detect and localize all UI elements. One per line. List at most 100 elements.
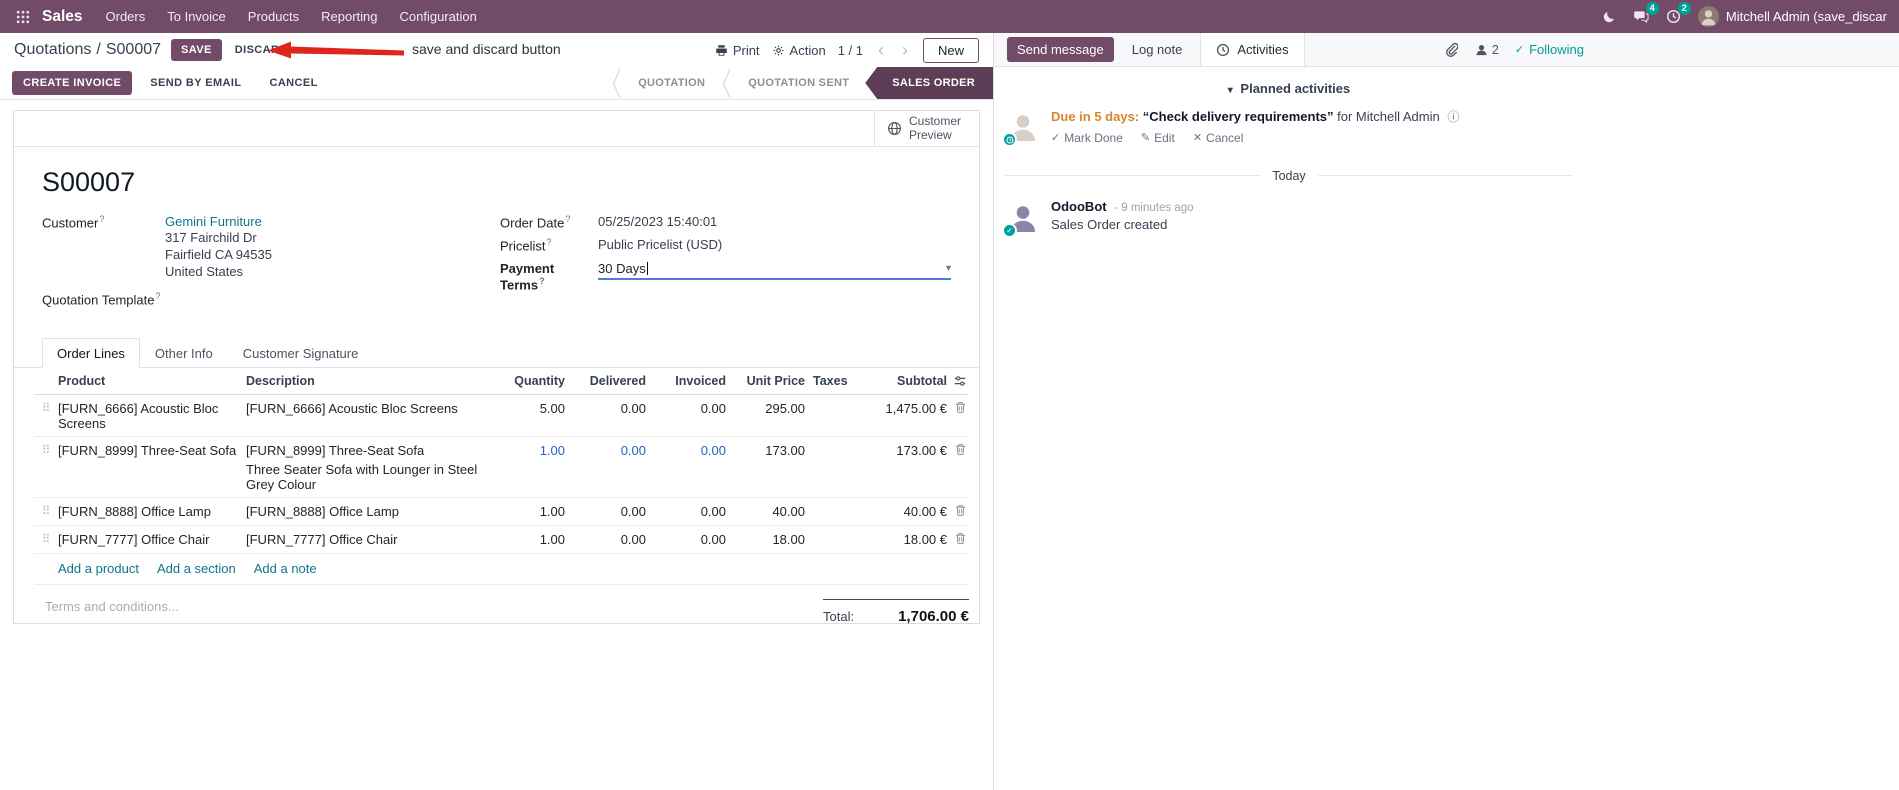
cell-description[interactable]: [FURN_8999] Three-Seat Sofa Three Seater… xyxy=(246,443,505,492)
tab-other-info[interactable]: Other Info xyxy=(140,338,228,368)
drag-handle-icon[interactable]: ⠿ xyxy=(34,532,58,548)
drag-handle-icon[interactable]: ⠿ xyxy=(34,443,58,459)
mark-done-button[interactable]: ✓ Mark Done xyxy=(1051,131,1123,145)
pricelist-field[interactable]: Public Pricelist (USD) xyxy=(598,237,722,252)
total-label: Total: xyxy=(823,608,855,624)
cell-quantity[interactable]: 1.00 xyxy=(505,443,565,458)
cell-description[interactable]: [FURN_7777] Office Chair xyxy=(246,532,505,547)
send-by-email-button[interactable]: SEND BY EMAIL xyxy=(140,71,251,95)
cell-subtotal: 173.00 € xyxy=(896,443,947,459)
delete-row-icon[interactable] xyxy=(947,443,969,456)
payment-terms-input[interactable]: 30 Days ▾ xyxy=(598,261,951,280)
cell-invoiced[interactable]: 0.00 xyxy=(646,401,726,416)
drag-handle-icon[interactable]: ⠿ xyxy=(34,401,58,417)
customer-name-link[interactable]: Gemini Furniture xyxy=(165,214,262,229)
breadcrumb-quotations[interactable]: Quotations xyxy=(14,41,91,59)
menu-reporting[interactable]: Reporting xyxy=(310,0,388,33)
cell-delivered[interactable]: 0.00 xyxy=(565,401,646,416)
activities-tab[interactable]: Activities xyxy=(1200,33,1305,66)
action-button[interactable]: Action xyxy=(772,43,826,58)
planned-activities-header[interactable]: ▾ Planned activities xyxy=(1005,81,1573,96)
cancel-activity-button[interactable]: ✕ Cancel xyxy=(1193,131,1244,145)
state-sales-order[interactable]: SALES ORDER xyxy=(865,67,993,99)
pager-previous-icon[interactable]: ‹ xyxy=(875,41,887,59)
pager-next-icon[interactable]: › xyxy=(899,41,911,59)
header-quantity[interactable]: Quantity xyxy=(505,374,565,388)
create-invoice-button[interactable]: CREATE INVOICE xyxy=(12,71,133,95)
cell-delivered[interactable]: 0.00 xyxy=(565,443,646,458)
cell-product[interactable]: [FURN_8888] Office Lamp xyxy=(58,504,246,519)
add-a-note-link[interactable]: Add a note xyxy=(254,561,317,576)
cell-unit-price[interactable]: 18.00 xyxy=(726,532,805,547)
cell-delivered[interactable]: 0.00 xyxy=(565,504,646,519)
menu-orders[interactable]: Orders xyxy=(95,0,157,33)
delete-row-icon[interactable] xyxy=(947,532,969,545)
cell-quantity[interactable]: 5.00 xyxy=(505,401,565,416)
cell-invoiced[interactable]: 0.00 xyxy=(646,504,726,519)
drag-handle-icon[interactable]: ⠿ xyxy=(34,504,58,520)
table-row: ⠿ [FURN_6666] Acoustic Bloc Screens [FUR… xyxy=(34,395,969,438)
header-unit-price[interactable]: Unit Price xyxy=(726,374,805,388)
add-a-product-link[interactable]: Add a product xyxy=(58,561,139,576)
menu-products[interactable]: Products xyxy=(237,0,310,33)
cell-unit-price[interactable]: 40.00 xyxy=(726,504,805,519)
print-button[interactable]: Print xyxy=(715,43,760,58)
following-button[interactable]: ✓ Following xyxy=(1515,42,1584,57)
menu-to-invoice[interactable]: To Invoice xyxy=(156,0,237,33)
cell-product[interactable]: [FURN_6666] Acoustic Bloc Screens xyxy=(58,401,246,431)
quotation-template-label: Quotation Template? xyxy=(42,291,161,308)
customer-preview-button[interactable]: Customer Preview xyxy=(874,111,979,146)
info-icon[interactable]: ⓘ xyxy=(1447,110,1459,124)
cell-product[interactable]: [FURN_8999] Three-Seat Sofa xyxy=(58,443,246,458)
cell-quantity[interactable]: 1.00 xyxy=(505,532,565,547)
state-quotation[interactable]: QUOTATION xyxy=(622,67,721,99)
edit-activity-button[interactable]: ✎ Edit xyxy=(1141,131,1175,145)
cell-description[interactable]: [FURN_8888] Office Lamp xyxy=(246,504,505,519)
status-pipeline: QUOTATION QUOTATION SENT SALES ORDER xyxy=(611,67,993,99)
header-taxes[interactable]: Taxes xyxy=(805,374,875,388)
cell-description[interactable]: [FURN_6666] Acoustic Bloc Screens xyxy=(246,401,505,416)
cell-delivered[interactable]: 0.00 xyxy=(565,532,646,547)
cell-invoiced[interactable]: 0.00 xyxy=(646,443,726,458)
app-name[interactable]: Sales xyxy=(42,8,83,26)
cell-product[interactable]: [FURN_7777] Office Chair xyxy=(58,532,246,547)
attach-files-icon[interactable] xyxy=(1443,42,1458,57)
terms-and-conditions-placeholder[interactable]: Terms and conditions... xyxy=(45,599,179,625)
breadcrumb-separator: / xyxy=(96,41,101,58)
cell-quantity[interactable]: 1.00 xyxy=(505,504,565,519)
discard-button[interactable]: DISCARD xyxy=(226,39,297,61)
send-message-button[interactable]: Send message xyxy=(1007,37,1114,62)
tab-customer-signature[interactable]: Customer Signature xyxy=(228,338,374,368)
cancel-label: Cancel xyxy=(1206,130,1244,145)
messages-icon[interactable]: 4 xyxy=(1633,2,1659,24)
moon-icon[interactable] xyxy=(1602,10,1616,24)
payment-terms-label: Payment Terms? xyxy=(500,260,555,292)
activities-clock-icon[interactable]: 2 xyxy=(1666,2,1691,24)
menu-configuration[interactable]: Configuration xyxy=(388,0,487,33)
header-description[interactable]: Description xyxy=(246,374,505,388)
state-quotation-sent[interactable]: QUOTATION SENT xyxy=(732,67,865,99)
save-button[interactable]: SAVE xyxy=(171,39,222,61)
header-subtotal[interactable]: Subtotal xyxy=(875,374,947,388)
cancel-button[interactable]: CANCEL xyxy=(259,71,327,95)
tab-order-lines[interactable]: Order Lines xyxy=(42,338,140,369)
log-note-button[interactable]: Log note xyxy=(1122,37,1193,62)
cell-unit-price[interactable]: 173.00 xyxy=(726,443,805,458)
order-date-field[interactable]: 05/25/2023 15:40:01 xyxy=(598,214,717,229)
new-button[interactable]: New xyxy=(922,37,979,63)
cell-invoiced[interactable]: 0.00 xyxy=(646,532,726,547)
cell-unit-price[interactable]: 295.00 xyxy=(726,401,805,416)
following-label: Following xyxy=(1529,42,1584,57)
apps-grid-icon[interactable] xyxy=(8,10,38,24)
header-product[interactable]: Product xyxy=(58,374,246,388)
message-author[interactable]: OdooBot xyxy=(1051,199,1107,214)
header-delivered[interactable]: Delivered xyxy=(565,374,646,388)
header-invoiced[interactable]: Invoiced xyxy=(646,374,726,388)
add-a-section-link[interactable]: Add a section xyxy=(157,561,236,576)
delete-row-icon[interactable] xyxy=(947,401,969,414)
dropdown-caret-icon[interactable]: ▾ xyxy=(946,263,951,274)
user-menu[interactable]: Mitchell Admin (save_discar xyxy=(1697,6,1887,27)
followers-button[interactable]: 2 xyxy=(1474,42,1499,57)
delete-row-icon[interactable] xyxy=(947,504,969,517)
optional-columns-icon[interactable] xyxy=(947,374,969,388)
